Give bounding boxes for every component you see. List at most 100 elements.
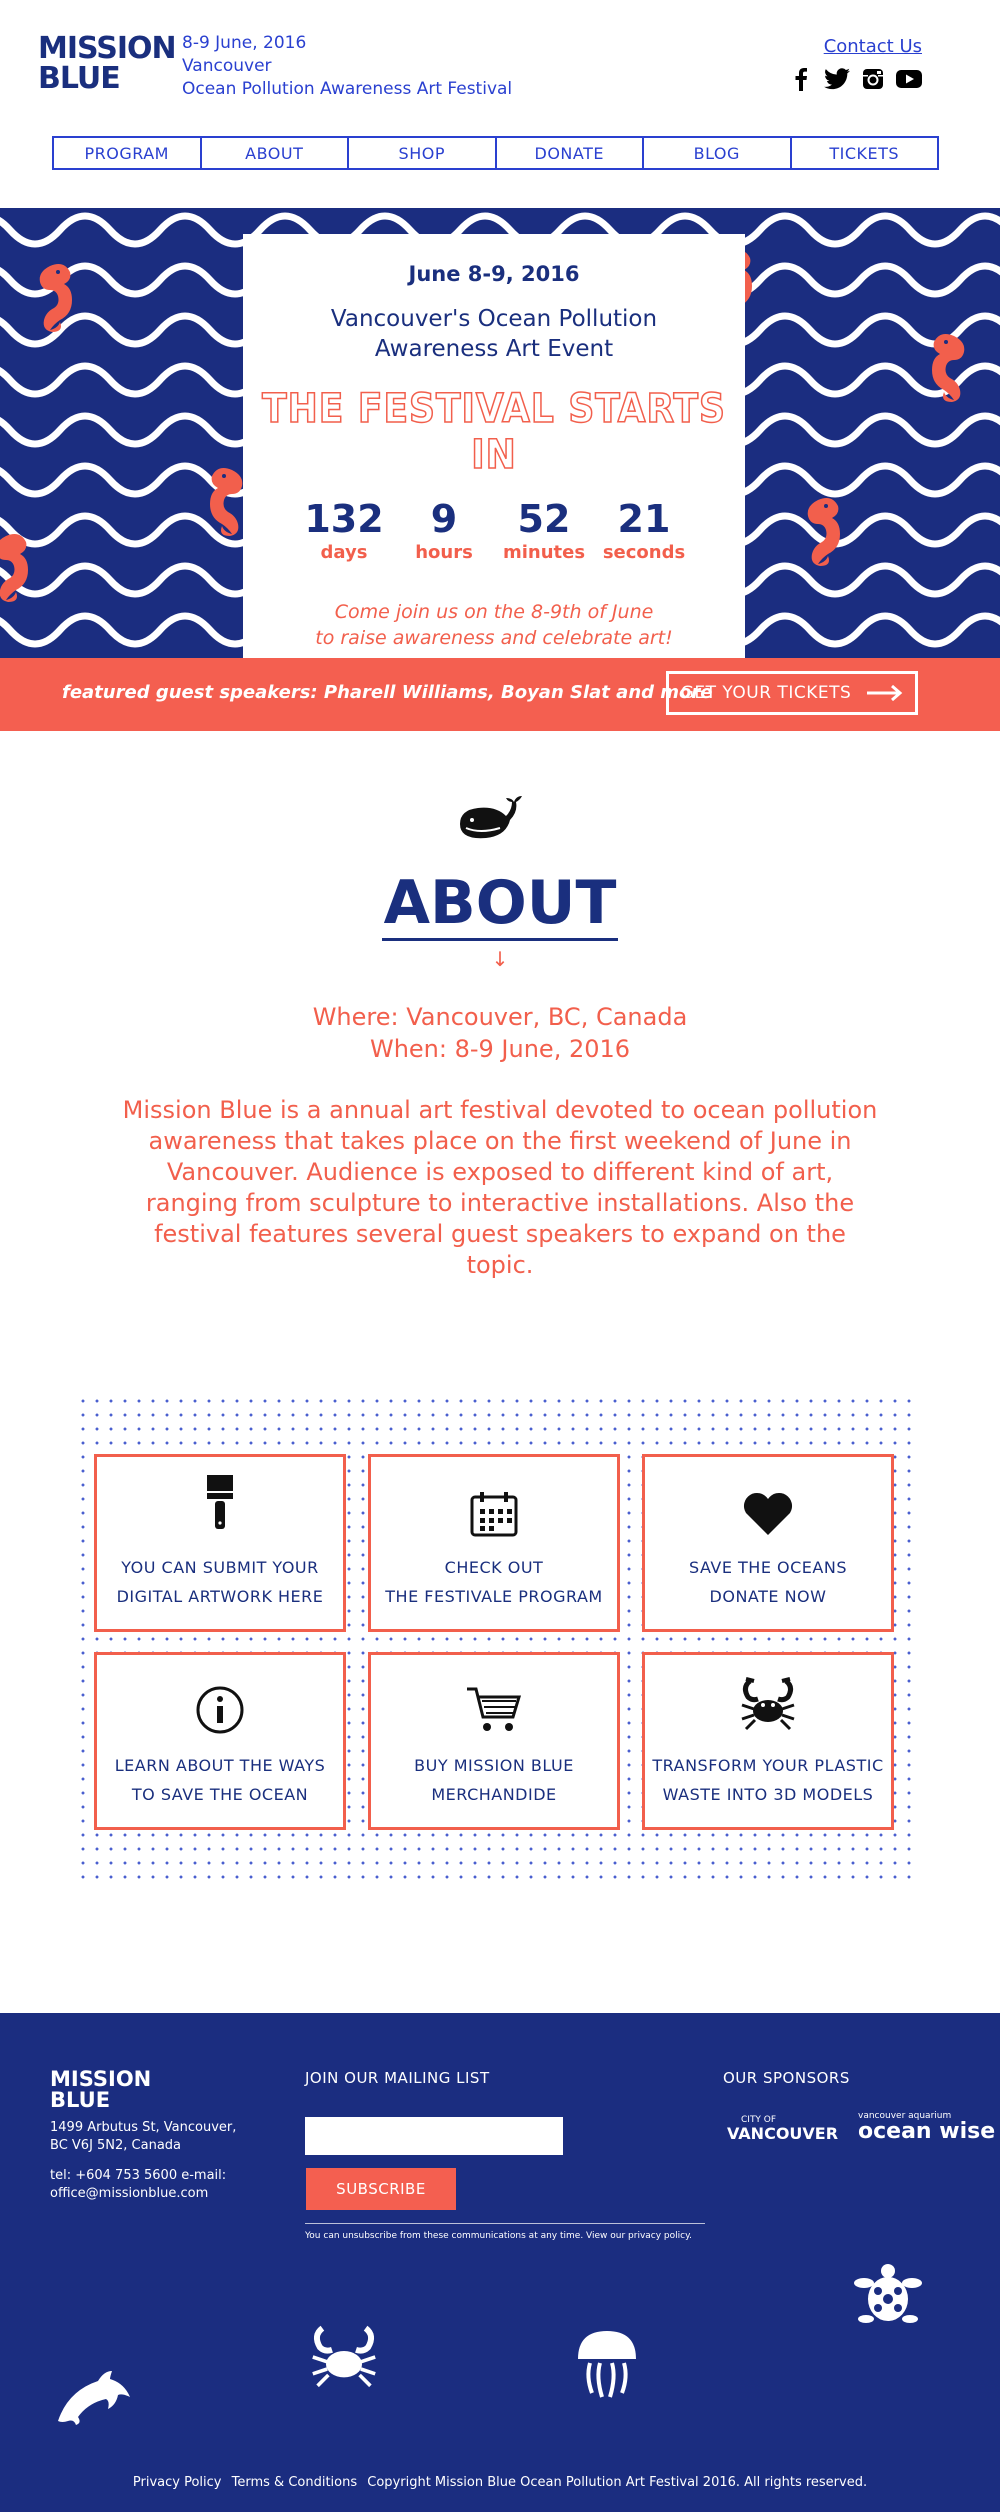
seahorse-icon xyxy=(0,534,28,602)
instagram-icon[interactable] xyxy=(860,66,886,92)
divider xyxy=(305,2223,705,2224)
header-event-name: Ocean Pollution Awareness Art Festival xyxy=(182,79,513,99)
header-city: Vancouver xyxy=(182,56,272,76)
card-text: CHECK OUT THE FESTIVALE PROGRAM xyxy=(385,1558,603,1606)
nav-about[interactable]: ABOUT xyxy=(202,138,349,168)
invite-line-1: Come join us on the 8-9th of June xyxy=(334,601,654,623)
countdown-timer: 132 days 9 hours 52 minutes 21 seconds xyxy=(299,498,689,563)
address-line-1: 1499 Arbutus St, Vancouver, xyxy=(50,2120,237,2135)
get-tickets-button[interactable]: GET YOUR TICKETS xyxy=(666,671,918,715)
seahorse-icon xyxy=(932,334,965,402)
about-when: When: 8-9 June, 2016 xyxy=(369,1035,631,1063)
countdown-hours: 9 hours xyxy=(399,498,489,563)
email-input[interactable] xyxy=(305,2117,563,2155)
copyright-text: Copyright Mission Blue Ocean Pollution A… xyxy=(367,2475,868,2490)
crab-icon xyxy=(645,1665,891,1735)
footer-logo[interactable]: MISSION BLUE xyxy=(50,2069,151,2111)
event-date: June 8-9, 2016 xyxy=(408,262,580,286)
event-title-line-2: Awareness Art Event xyxy=(374,336,614,362)
site-header: MISSION BLUE 8-9 June, 2016 Vancouver Oc… xyxy=(0,0,1000,200)
turtle-icon xyxy=(854,2264,922,2323)
privacy-policy-link[interactable]: Privacy Policy xyxy=(133,2475,222,2490)
mailing-list-title: JOIN OUR MAILING LIST xyxy=(305,2069,490,2087)
header-event-info: 8-9 June, 2016 Vancouver Ocean Pollution… xyxy=(182,32,512,101)
about-description: Mission Blue is a annual art festival de… xyxy=(122,1096,878,1279)
sponsor-1-big: VANCOUVER xyxy=(727,2124,839,2143)
countdown-label: days xyxy=(320,542,368,563)
card-text: LEARN ABOUT THE WAYS TO SAVE THE OCEAN xyxy=(114,1756,326,1804)
countdown-card: June 8-9, 2016 Vancouver's Ocean Polluti… xyxy=(243,234,745,660)
countdown-number: 132 xyxy=(304,497,384,541)
social-links xyxy=(788,66,922,92)
cart-icon xyxy=(371,1665,617,1735)
festival-program-card[interactable]: CHECK OUT THE FESTIVALE PROGRAM xyxy=(368,1454,620,1632)
jellyfish-icon xyxy=(578,2331,636,2398)
sponsor-2-big: ocean wise xyxy=(858,2119,996,2144)
down-arrow-icon: ↓ xyxy=(491,947,509,971)
nav-tickets[interactable]: TICKETS xyxy=(792,138,938,168)
footer-logo-line-2: BLUE xyxy=(50,2088,111,2112)
seahorse-icon xyxy=(39,264,72,332)
paintbrush-icon xyxy=(97,1467,343,1537)
nav-donate[interactable]: DONATE xyxy=(497,138,644,168)
info-icon xyxy=(97,1665,343,1735)
arrow-right-icon xyxy=(867,685,903,701)
about-section: ABOUT ↓ Where: Vancouver, BC, Canada Whe… xyxy=(0,780,1000,1281)
invite-line-2: to raise awareness and celebrate art! xyxy=(315,627,673,649)
countdown-number: 9 xyxy=(430,497,458,541)
crab-icon xyxy=(312,2325,376,2388)
main-navigation: PROGRAM ABOUT SHOP DONATE BLOG TICKETS xyxy=(52,136,939,170)
nav-blog[interactable]: BLOG xyxy=(644,138,792,168)
countdown-minutes: 52 minutes xyxy=(499,498,589,563)
speakers-banner: featured guest speakers: Pharell William… xyxy=(0,658,1000,731)
header-date: 8-9 June, 2016 xyxy=(182,33,307,53)
seahorse-icon xyxy=(807,498,840,566)
logo-line-1: MISSION xyxy=(38,31,177,66)
get-tickets-label: GET YOUR TICKETS xyxy=(680,683,852,703)
subscribe-button[interactable]: SUBSCRIBE xyxy=(306,2168,456,2210)
terms-link[interactable]: Terms & Conditions xyxy=(232,2475,358,2490)
learn-ways-card[interactable]: LEARN ABOUT THE WAYS TO SAVE THE OCEAN xyxy=(94,1652,346,1830)
whale-icon xyxy=(460,796,522,839)
contact-us-link[interactable]: Contact Us xyxy=(824,36,922,57)
card-text: TRANSFORM YOUR PLASTIC WASTE INTO 3D MOD… xyxy=(652,1756,884,1804)
city-of-vancouver-logo[interactable]: CITY OF VANCOUVER xyxy=(727,2113,839,2143)
footer-legal: Privacy Policy Terms & Conditions Copyri… xyxy=(0,2475,1000,2490)
nav-shop[interactable]: SHOP xyxy=(349,138,497,168)
countdown-number: 21 xyxy=(617,497,671,541)
countdown-days: 132 days xyxy=(299,498,389,563)
youtube-icon[interactable] xyxy=(896,66,922,92)
sponsors-title: OUR SPONSORS xyxy=(723,2069,850,2087)
countdown-label: hours xyxy=(415,542,473,563)
about-where: Where: Vancouver, BC, Canada xyxy=(312,1003,688,1031)
countdown-number: 52 xyxy=(517,497,571,541)
merchandise-card[interactable]: BUY MISSION BLUE MERCHANDIDE xyxy=(368,1652,620,1830)
mission-blue-logo[interactable]: MISSION BLUE xyxy=(38,31,177,96)
countdown-label: seconds xyxy=(602,542,686,563)
heart-icon xyxy=(645,1467,891,1537)
footer-address: 1499 Arbutus St, Vancouver, BC V6J 5N2, … xyxy=(50,2119,236,2155)
facebook-icon[interactable] xyxy=(788,66,814,92)
event-title-line-1: Vancouver's Ocean Pollution xyxy=(330,306,658,332)
action-cards-area: YOU CAN SUBMIT YOUR DIGITAL ARTWORK HERE… xyxy=(76,1394,918,1880)
festival-starts-heading: THE FESTIVAL STARTS IN xyxy=(261,385,726,479)
plastic-3d-card[interactable]: TRANSFORM YOUR PLASTIC WASTE INTO 3D MOD… xyxy=(642,1652,894,1830)
about-title: ABOUT xyxy=(381,870,619,941)
about-location: Where: Vancouver, BC, Canada When: 8-9 J… xyxy=(0,1001,1000,1065)
nav-program[interactable]: PROGRAM xyxy=(54,138,202,168)
dolphin-icon xyxy=(58,2371,130,2425)
footer-logo-line-1: MISSION xyxy=(50,2067,152,2091)
hero-section: June 8-9, 2016 Vancouver's Ocean Polluti… xyxy=(0,208,1000,660)
countdown-label: minutes xyxy=(502,542,586,563)
speakers-text: featured guest speakers: Pharell William… xyxy=(62,682,713,703)
card-text: BUY MISSION BLUE MERCHANDIDE xyxy=(414,1756,574,1804)
submit-artwork-card[interactable]: YOU CAN SUBMIT YOUR DIGITAL ARTWORK HERE xyxy=(94,1454,346,1632)
donate-card[interactable]: SAVE THE OCEANS DONATE NOW xyxy=(642,1454,894,1632)
logo-line-2: BLUE xyxy=(38,61,121,96)
ocean-wise-logo[interactable]: vancouver aquarium ocean wise xyxy=(858,2111,995,2143)
event-title: Vancouver's Ocean Pollution Awareness Ar… xyxy=(243,304,745,364)
card-text: SAVE THE OCEANS DONATE NOW xyxy=(689,1558,847,1606)
countdown-seconds: 21 seconds xyxy=(599,498,689,563)
invite-text: Come join us on the 8-9th of June to rai… xyxy=(243,599,745,651)
twitter-icon[interactable] xyxy=(824,66,850,92)
